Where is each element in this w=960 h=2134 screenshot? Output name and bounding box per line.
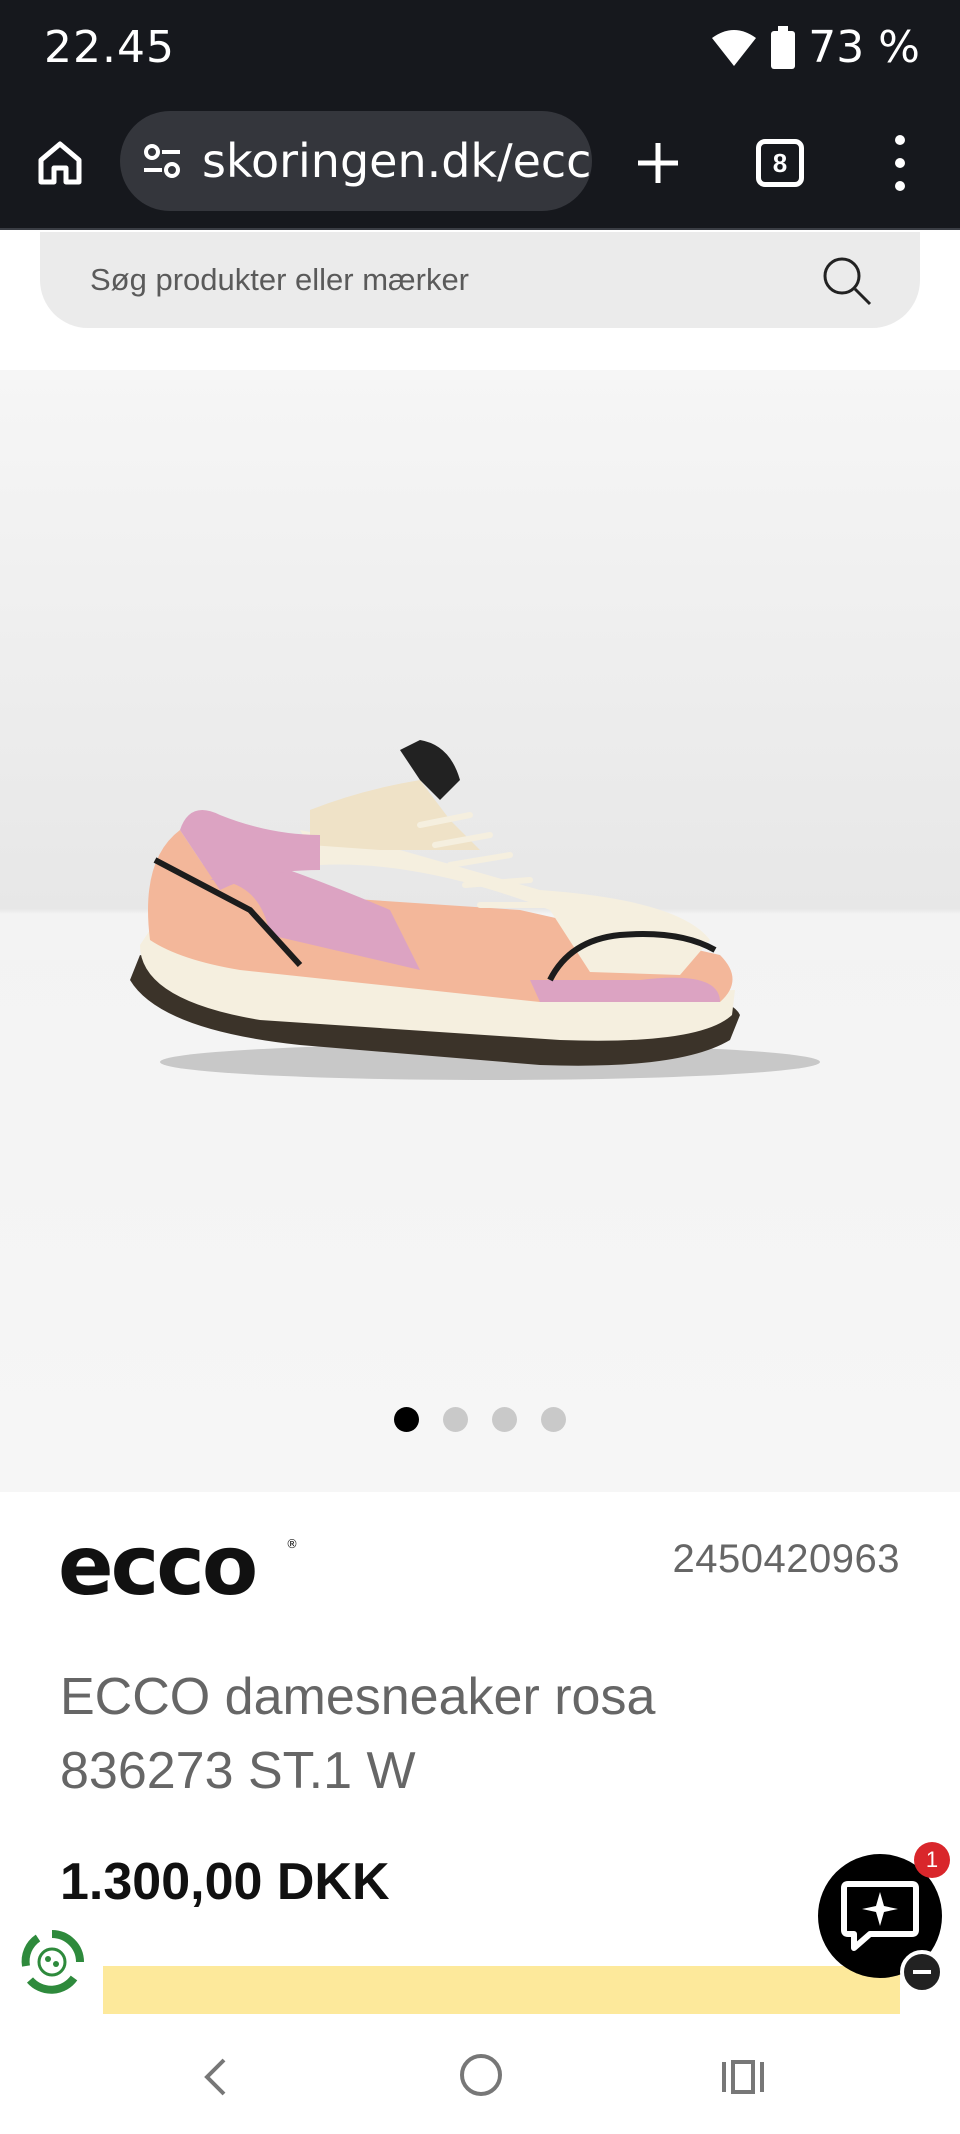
address-bar[interactable]: skoringen.dk/ecc: [120, 111, 592, 211]
recycle-badge-icon[interactable]: [16, 1926, 88, 1998]
chat-notification-badge: 1: [914, 1842, 950, 1878]
tune-icon[interactable]: [138, 137, 186, 185]
home-button[interactable]: [30, 133, 90, 193]
plus-icon: [638, 143, 678, 183]
gallery-pagination: [0, 1407, 960, 1432]
more-vert-icon[interactable]: [880, 131, 920, 195]
chat-sparkle-icon: [841, 1881, 919, 1951]
svg-text:®: ®: [286, 1537, 298, 1551]
product-image[interactable]: [120, 740, 840, 1120]
gallery-dot[interactable]: [394, 1407, 419, 1432]
recents-icon[interactable]: [718, 2052, 768, 2102]
status-bar: 22.45 73 %: [0, 0, 960, 95]
chat-minimize-button[interactable]: [900, 1950, 944, 1994]
svg-text:ecco: ecco: [58, 1530, 255, 1606]
product-title: ECCO damesneaker rosa 836273 ST.1 W: [60, 1668, 656, 1800]
battery-percent: 73 %: [808, 22, 920, 73]
brand-logo[interactable]: ecco ®: [58, 1530, 308, 1606]
url-text[interactable]: skoringen.dk/ecc: [202, 134, 591, 188]
search-section: [0, 232, 960, 370]
circle-home-icon[interactable]: [456, 2050, 506, 2100]
browser-toolbar: skoringen.dk/ecc 8: [0, 95, 960, 230]
status-time: 22.45: [44, 22, 175, 73]
wifi-icon: [712, 29, 757, 66]
search-input[interactable]: [90, 262, 790, 298]
gallery-dot[interactable]: [443, 1407, 468, 1432]
product-image-gallery[interactable]: [0, 370, 960, 1492]
tab-switcher-button[interactable]: 8: [756, 139, 804, 187]
new-tab-button[interactable]: [630, 125, 686, 201]
product-price: 1.300,00 DKK: [60, 1853, 390, 1911]
home-icon: [38, 141, 82, 185]
gallery-dot[interactable]: [492, 1407, 517, 1432]
gallery-dot[interactable]: [541, 1407, 566, 1432]
battery-icon: [771, 25, 796, 69]
system-nav-bar: [0, 2014, 960, 2134]
add-to-cart-bar[interactable]: [103, 1966, 900, 2014]
status-indicators: 73 %: [710, 22, 920, 73]
back-icon[interactable]: [192, 2052, 242, 2102]
search-field[interactable]: [40, 232, 920, 328]
product-sku: 2450420963: [672, 1537, 900, 1581]
search-icon[interactable]: [818, 252, 874, 308]
